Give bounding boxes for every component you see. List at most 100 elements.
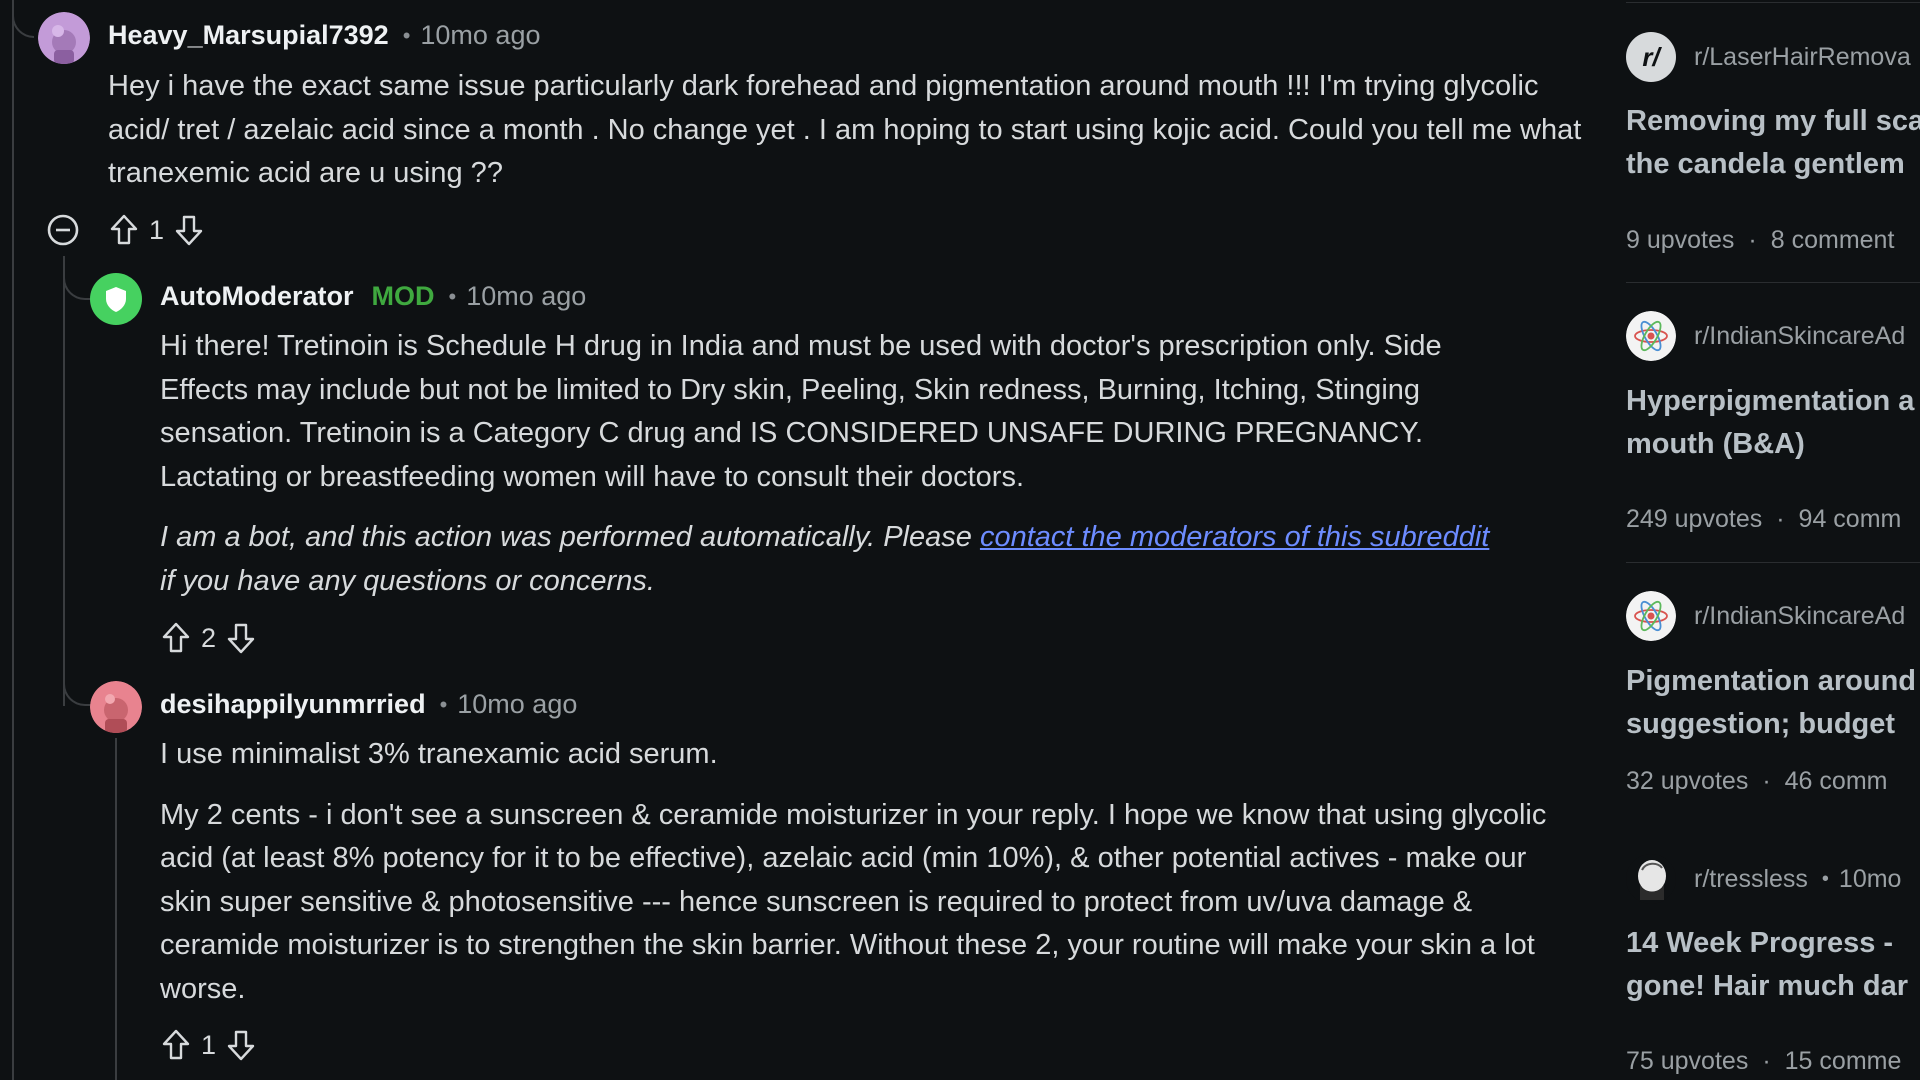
comment-author[interactable]: Heavy_Marsupial7392 — [108, 20, 389, 51]
comment-meta: AutoModerator MOD • 10mo ago — [160, 281, 586, 312]
post-stats: 32 upvotes · 46 comm — [1626, 767, 1887, 796]
subreddit-name[interactable]: r/IndianSkincareAd — [1694, 602, 1905, 631]
post-title[interactable]: Removing my full sca the candela gentlem — [1626, 100, 1920, 186]
bot-note: I am a bot, and this action was performe… — [160, 516, 1490, 603]
vote-bar: 2 — [159, 621, 258, 655]
thread-curve-c1b — [63, 660, 91, 706]
comment-author[interactable]: desihappilyunmrried — [160, 689, 426, 720]
meta-separator: • — [1821, 867, 1829, 890]
downvote-icon[interactable] — [172, 213, 206, 247]
comment-text: My 2 cents - i don't see a sunscreen & c… — [160, 798, 1547, 1005]
comment-text: Hi there! Tretinoin is Schedule H drug i… — [160, 330, 1442, 493]
comment-text: Hey i have the exact same issue particul… — [108, 70, 1582, 189]
post-stats: 249 upvotes · 94 comm — [1626, 505, 1901, 534]
post-title-line: Removing my full sca — [1626, 105, 1920, 137]
atom-icon — [1626, 311, 1676, 361]
upvote-icon[interactable] — [107, 213, 141, 247]
subreddit-icon — [1626, 591, 1676, 641]
upvote-count: 9 upvotes — [1626, 226, 1735, 254]
vote-bar: 1 — [107, 213, 206, 247]
vote-count: 1 — [149, 214, 165, 245]
r-slash-icon: r/ — [1642, 41, 1660, 72]
meta-separator: • — [448, 283, 457, 309]
meta-separator: • — [439, 691, 448, 717]
collapse-thread-icon[interactable] — [46, 213, 80, 247]
atom-icon — [1626, 591, 1676, 641]
post-title-line: mouth (B&A) — [1626, 428, 1805, 460]
bald-head-icon — [1626, 854, 1676, 904]
related-posts-sidebar: r/ r/LaserHairRemova Removing my full sc… — [1626, 0, 1920, 1080]
comment-time[interactable]: 10mo ago — [457, 689, 577, 720]
comment-count: 8 comment — [1770, 226, 1895, 254]
thread-curve-c1a — [63, 270, 91, 300]
post-title-line: suggestion; budget — [1626, 708, 1896, 740]
comment-author[interactable]: AutoModerator — [160, 281, 353, 312]
upvote-count: 75 upvotes — [1626, 1047, 1749, 1075]
divider — [1626, 2, 1920, 3]
divider — [1626, 562, 1920, 563]
meta-separator: • — [402, 22, 411, 48]
subreddit-name[interactable]: r/tressless — [1694, 865, 1808, 894]
upvote-count: 32 upvotes — [1626, 767, 1749, 795]
upvote-icon[interactable] — [159, 621, 193, 655]
subreddit-name[interactable]: r/LaserHairRemova — [1694, 43, 1911, 72]
comment-count: 94 comm — [1798, 505, 1902, 533]
vote-bar: 1 — [159, 1028, 258, 1062]
downvote-icon[interactable] — [224, 1028, 258, 1062]
post-time[interactable]: 10mo — [1839, 865, 1902, 894]
snoo-avatar-icon — [90, 681, 142, 733]
post-title[interactable]: Pigmentation around suggestion; budget — [1626, 660, 1920, 746]
avatar[interactable] — [38, 12, 90, 64]
comment-thread: Heavy_Marsupial7392 • 10mo ago Hey i hav… — [0, 0, 1600, 1080]
divider — [1626, 282, 1920, 283]
post-title[interactable]: Hyperpigmentation a mouth (B&A) — [1626, 380, 1920, 466]
thread-curve-root — [12, 0, 34, 38]
avatar[interactable] — [90, 681, 142, 733]
stat-separator: · — [1748, 226, 1757, 254]
stat-separator: · — [1762, 1047, 1771, 1075]
mod-badge: MOD — [371, 281, 435, 311]
comment-count: 46 comm — [1784, 767, 1888, 795]
subreddit-icon: r/ — [1626, 32, 1676, 82]
post-title-line: the candela gentlem — [1626, 148, 1905, 180]
snoo-avatar-icon — [38, 12, 90, 64]
comment-meta: Heavy_Marsupial7392 • 10mo ago — [108, 20, 540, 51]
comment-body: Hey i have the exact same issue particul… — [108, 65, 1588, 196]
downvote-icon[interactable] — [224, 621, 258, 655]
thread-line-root[interactable] — [12, 0, 14, 1080]
post-subreddit[interactable]: r/tressless • 10mo — [1626, 854, 1901, 904]
post-stats: 9 upvotes · 8 comment — [1626, 226, 1894, 255]
thread-line-c1[interactable] — [63, 256, 65, 706]
comment-body: I use minimalist 3% tranexamic acid seru… — [160, 733, 1555, 1011]
bot-note-text: if you have any questions or concerns. — [160, 564, 655, 597]
post-subreddit[interactable]: r/ r/LaserHairRemova — [1626, 32, 1911, 82]
post-title-line: 14 Week Progress - — [1626, 927, 1894, 959]
post-stats: 75 upvotes · 15 comme — [1626, 1047, 1901, 1076]
comment-meta: desihappilyunmrried • 10mo ago — [160, 689, 577, 720]
upvote-icon[interactable] — [159, 1028, 193, 1062]
avatar[interactable] — [90, 273, 142, 325]
vote-count: 2 — [201, 622, 217, 653]
post-subreddit[interactable]: r/IndianSkincareAd — [1626, 311, 1905, 361]
comment-time[interactable]: 10mo ago — [420, 20, 540, 51]
bot-note-text: I am a bot, and this action was performe… — [160, 521, 980, 553]
stat-separator: · — [1762, 767, 1771, 795]
stat-separator: · — [1776, 505, 1785, 533]
thread-line-c3[interactable] — [115, 738, 117, 1080]
comment-body: Hi there! Tretinoin is Schedule H drug i… — [160, 325, 1490, 603]
subreddit-icon — [1626, 854, 1676, 904]
subreddit-name[interactable]: r/IndianSkincareAd — [1694, 322, 1905, 351]
post-title-line: Hyperpigmentation a — [1626, 385, 1915, 417]
post-title-line: gone! Hair much dar — [1626, 970, 1908, 1002]
post-title-line: Pigmentation around — [1626, 665, 1916, 697]
comment-time[interactable]: 10mo ago — [466, 281, 586, 312]
post-title[interactable]: 14 Week Progress - gone! Hair much dar — [1626, 922, 1920, 1008]
subreddit-icon — [1626, 311, 1676, 361]
post-subreddit[interactable]: r/IndianSkincareAd — [1626, 591, 1905, 641]
comment-count: 15 comme — [1784, 1047, 1902, 1075]
comment-text: I use minimalist 3% tranexamic acid seru… — [160, 738, 718, 770]
shield-icon — [106, 287, 126, 312]
contact-moderators-link[interactable]: contact the moderators of this subreddit — [980, 521, 1489, 553]
upvote-count: 249 upvotes — [1626, 505, 1763, 533]
vote-count: 1 — [201, 1029, 217, 1060]
